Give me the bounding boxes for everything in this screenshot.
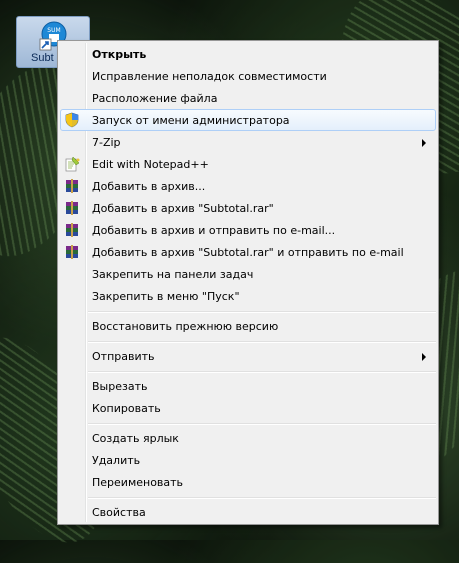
menu-item-add-to-archive[interactable]: Добавить в архив... [60,175,436,197]
menu-item-label: Расположение файла [92,92,218,105]
menu-item-pin-to-start-menu[interactable]: Закрепить в меню "Пуск" [60,285,436,307]
desktop-shortcut-label: Subt [31,52,54,64]
desktop: { "desktop_icon": { "label": "Subt", "ic… [0,0,459,563]
menu-item-add-to-archive-and-email[interactable]: Добавить в архив и отправить по e-mail..… [60,219,436,241]
menu-separator [88,371,436,373]
menu-item-label: Вырезать [92,380,148,393]
menu-item-label: Восстановить прежнюю версию [92,320,279,333]
winrar-icon [66,179,78,193]
menu-item-send-to[interactable]: Отправить [60,345,436,367]
menu-item-label: Запуск от имени администратора [92,114,290,127]
context-menu: Открыть Исправление неполадок совместимо… [57,40,439,525]
menu-item-add-to-subtotal-rar[interactable]: Добавить в архив "Subtotal.rar" [60,197,436,219]
menu-item-edit-notepadpp[interactable]: Edit with Notepad++ [60,153,436,175]
menu-item-label: Открыть [92,48,147,61]
menu-item-rename[interactable]: Переименовать [60,471,436,493]
winrar-icon [66,245,78,259]
menu-item-pin-to-taskbar[interactable]: Закрепить на панели задач [60,263,436,285]
menu-item-delete[interactable]: Удалить [60,449,436,471]
menu-separator [88,497,436,499]
menu-item-create-shortcut[interactable]: Создать ярлык [60,427,436,449]
menu-item-troubleshoot-compatibility[interactable]: Исправление неполадок совместимости [60,65,436,87]
menu-item-label: Закрепить на панели задач [92,268,254,281]
uac-shield-icon [65,112,79,128]
menu-item-open[interactable]: Открыть [60,43,436,65]
menu-item-label: Копировать [92,402,161,415]
menu-item-label: Создать ярлык [92,432,179,445]
winrar-icon [66,223,78,237]
menu-item-restore-previous-versions[interactable]: Восстановить прежнюю версию [60,315,436,337]
menu-item-label: Отправить [92,350,155,363]
menu-item-label: Edit with Notepad++ [92,158,209,171]
menu-separator [88,423,436,425]
menu-item-open-file-location[interactable]: Расположение файла [60,87,436,109]
svg-text:SUM: SUM [47,27,60,34]
menu-separator [88,311,436,313]
menu-separator [88,341,436,343]
winrar-icon [66,201,78,215]
menu-item-add-to-subtotal-rar-and-email[interactable]: Добавить в архив "Subtotal.rar" и отправ… [60,241,436,263]
menu-item-label: Удалить [92,454,141,467]
menu-item-label: Добавить в архив... [92,180,206,193]
menu-item-label: Добавить в архив и отправить по e-mail..… [92,224,336,237]
menu-item-7zip[interactable]: 7-Zip [60,131,436,153]
menu-item-label: Исправление неполадок совместимости [92,70,327,83]
submenu-arrow-icon [422,353,426,361]
menu-item-run-as-administrator[interactable]: Запуск от имени администратора [60,109,436,131]
notepadpp-icon [65,156,80,172]
menu-item-label: Добавить в архив "Subtotal.rar" [92,202,274,215]
menu-item-cut[interactable]: Вырезать [60,375,436,397]
submenu-arrow-icon [422,139,426,147]
menu-item-copy[interactable]: Копировать [60,397,436,419]
menu-item-label: Закрепить в меню "Пуск" [92,290,240,303]
menu-item-label: Свойства [92,506,146,519]
menu-item-label: Добавить в архив "Subtotal.rar" и отправ… [92,246,404,259]
menu-item-label: Переименовать [92,476,184,489]
menu-item-label: 7-Zip [92,136,121,149]
menu-item-properties[interactable]: Свойства [60,501,436,523]
